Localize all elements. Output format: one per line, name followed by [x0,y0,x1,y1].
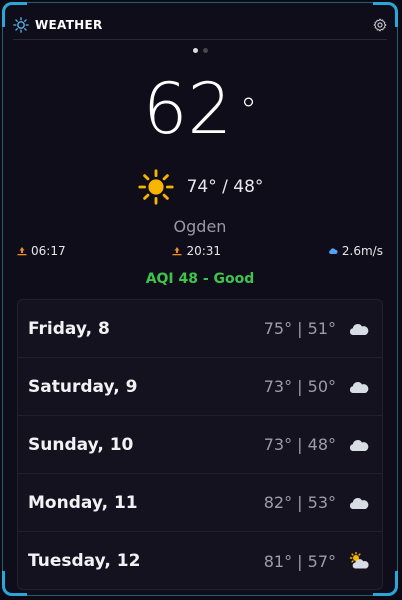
gear-icon[interactable] [373,18,387,32]
partly-cloudy-icon [349,552,369,569]
forecast-temps: 73° | 50° [263,377,336,396]
forecast-day: Monday, 11 [28,492,138,513]
high-low-temps: 74° / 48° [186,177,264,197]
forecast-row[interactable]: Tuesday, 12 81° | 57° [18,532,382,590]
sunrise-icon [17,247,27,256]
wind-stat: 2.6m/s [328,244,383,258]
sun-outline-icon [13,17,29,33]
aqi-indicator: AQI 48 - Good [145,271,255,287]
high-low-row: 74° / 48° [3,168,397,206]
cloud-icon [349,497,369,509]
forecast-row[interactable]: Saturday, 9 73° | 50° [18,358,382,416]
cloud-icon [349,439,369,451]
forecast-list: Friday, 8 75° | 51° Saturday, 9 73° | 50… [17,299,383,590]
forecast-temps: 73° | 48° [263,435,336,454]
current-temperature: 62 ° [3,69,397,149]
forecast-temps: 75° | 51° [263,319,336,338]
sunrise-stat: 06:17 [17,244,66,258]
forecast-row[interactable]: Friday, 8 75° | 51° [18,300,382,358]
wind-speed: 2.6m/s [341,244,383,258]
temperature-value: 62 [142,68,233,150]
forecast-row[interactable]: Sunday, 10 73° | 48° [18,416,382,474]
page-dot[interactable] [202,48,208,53]
sunrise-time: 06:17 [31,244,66,258]
page-dot-active[interactable] [192,48,198,53]
wind-icon [329,248,338,254]
forecast-day: Sunday, 10 [28,434,134,455]
forecast-temps: 81° | 57° [263,551,336,571]
cloud-icon [349,381,369,393]
sunset-time: 20:31 [186,244,222,258]
sunset-icon [172,247,182,256]
forecast-temps: 82° | 53° [263,493,336,512]
forecast-day: Saturday, 9 [28,376,138,397]
stats-row: 06:17 20:31 2.6m/s [17,244,383,258]
widget-header: WEATHER [13,11,387,40]
forecast-day: Friday, 8 [28,318,110,339]
page-indicator[interactable] [3,48,397,53]
forecast-day: Tuesday, 12 [28,551,141,571]
city-name: Ogden [173,217,227,236]
degree-symbol: ° [240,91,258,131]
sunset-stat: 20:31 [172,244,221,258]
forecast-row[interactable]: Monday, 11 82° | 53° [18,474,382,532]
cloud-icon [349,323,369,335]
sun-icon [138,169,174,205]
weather-widget: WEATHER 62 ° 74° / 48° Ogden 06:17 20:31… [2,2,398,596]
widget-title: WEATHER [35,18,103,32]
